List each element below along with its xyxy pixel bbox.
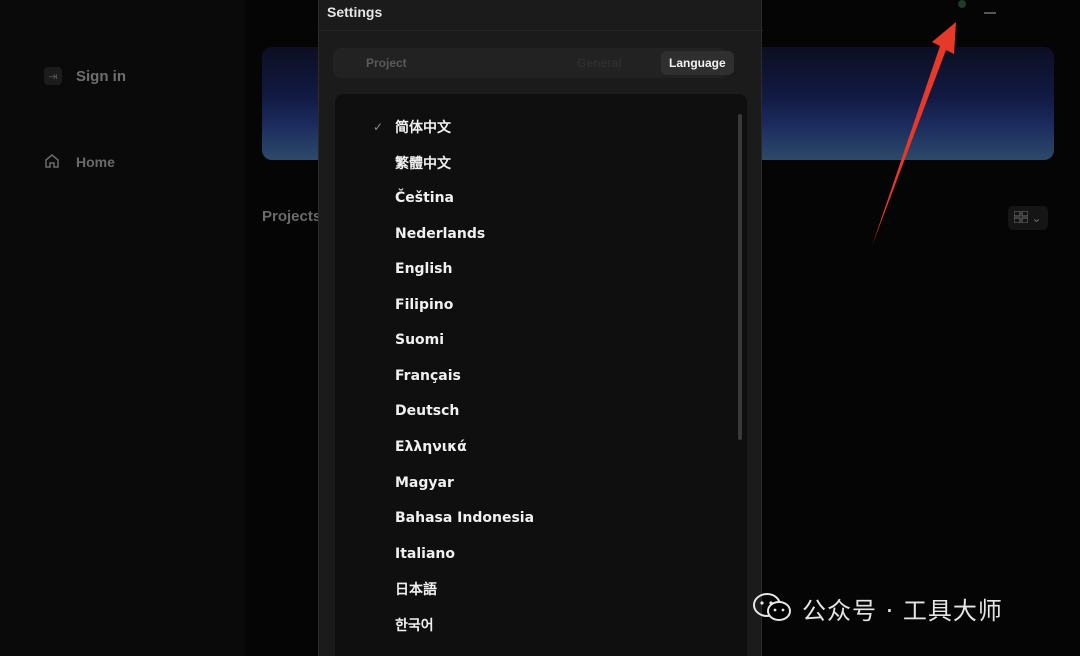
- language-option[interactable]: Filipino: [335, 288, 735, 322]
- language-name: Suomi: [395, 332, 445, 348]
- sign-in-label: Sign in: [76, 67, 126, 85]
- language-name: 日本語: [395, 582, 437, 598]
- language-option[interactable]: ✓ 简体中文: [335, 110, 735, 144]
- home-icon: [44, 153, 62, 171]
- tab-general[interactable]: General: [577, 56, 622, 70]
- language-name: Nederlands: [395, 226, 486, 242]
- minimize-button[interactable]: [984, 12, 996, 14]
- divider: [319, 30, 763, 31]
- check-icon: ✓: [373, 120, 384, 134]
- language-name: 한국어: [395, 618, 434, 634]
- language-name: Français: [395, 368, 461, 384]
- user-login-icon: ⇥: [44, 67, 62, 85]
- watermark: 公众号 · 工具大师: [752, 586, 1072, 630]
- language-name: Italiano: [395, 546, 455, 562]
- language-option[interactable]: Nederlands: [335, 217, 735, 251]
- chevron-down-icon: ⌄: [1031, 211, 1042, 225]
- language-name: Bahasa Indonesia: [395, 510, 535, 526]
- sidebar-item-label: Home: [76, 154, 115, 170]
- language-option[interactable]: Suomi: [335, 323, 735, 357]
- language-option[interactable]: Ελληνικά: [335, 430, 735, 464]
- sidebar-item-home[interactable]: Home: [36, 144, 216, 180]
- language-option[interactable]: Magyar: [335, 466, 735, 500]
- dialog-title: Settings: [327, 4, 383, 20]
- language-option[interactable]: Čeština: [335, 181, 735, 215]
- view-toggle-button[interactable]: ⌄: [1008, 206, 1048, 230]
- watermark-text: 公众号 · 工具大师: [802, 596, 1003, 625]
- wechat-icon: [752, 592, 792, 624]
- language-option[interactable]: Bahasa Indonesia: [335, 501, 735, 535]
- language-option[interactable]: 한국어: [335, 608, 735, 642]
- language-name: Čeština: [395, 190, 455, 206]
- language-name: Deutsch: [395, 403, 460, 419]
- language-name: 繁體中文: [395, 156, 451, 172]
- settings-dialog: Settings Project General Language ✓ 简体中文…: [318, 0, 763, 656]
- language-option[interactable]: 繁體中文: [335, 146, 735, 180]
- language-list: ✓ 简体中文 繁體中文 Čeština Nederlands English F…: [335, 94, 747, 656]
- language-option[interactable]: 日本語: [335, 572, 735, 606]
- tab-language[interactable]: Language: [661, 51, 734, 75]
- language-option[interactable]: Deutsch: [335, 394, 735, 428]
- language-name: Magyar: [395, 475, 454, 491]
- projects-title: Projects: [262, 208, 322, 225]
- language-name: Ελληνικά: [395, 439, 467, 455]
- sidebar: ⇥ Sign in Home: [0, 0, 245, 656]
- sign-in-button[interactable]: ⇥ Sign in: [36, 56, 216, 96]
- language-name: 简体中文: [395, 120, 451, 136]
- scrollbar-thumb[interactable]: [738, 114, 742, 440]
- annotation-arrow: [872, 22, 956, 246]
- language-option[interactable]: English: [335, 252, 735, 286]
- tab-project[interactable]: Project: [366, 56, 407, 70]
- language-name: Filipino: [395, 297, 454, 313]
- language-option[interactable]: Italiano: [335, 537, 735, 571]
- status-indicator: [958, 0, 966, 8]
- language-name: English: [395, 261, 453, 277]
- grid-view-icon: [1013, 210, 1029, 226]
- settings-tabs: Project General Language: [333, 48, 734, 78]
- language-option[interactable]: Français: [335, 359, 735, 393]
